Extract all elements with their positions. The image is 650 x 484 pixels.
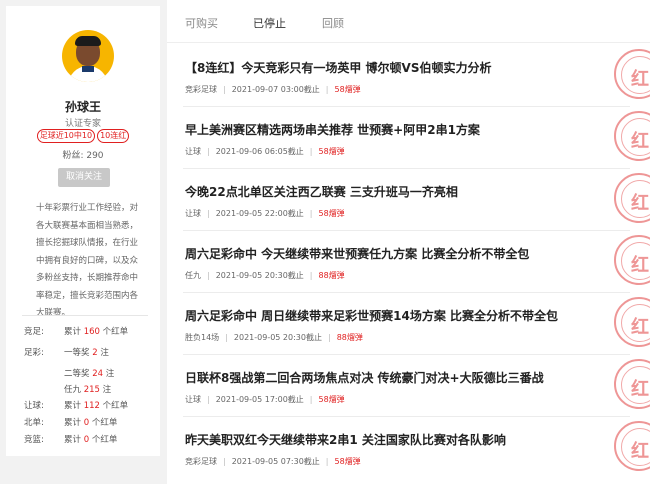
article-item[interactable]: 周六足彩命中 周日继续带来足彩世预赛14场方案 比赛全分析不带全包 胜负14场 |… (167, 293, 650, 355)
article-title[interactable]: 早上美洲赛区精选两场串关推荐 世预赛+阿甲2串1方案 (185, 121, 480, 138)
red-win-stamp-icon: 红 (614, 173, 650, 223)
article-meta: 竞彩足球 | 2021-09-05 07:30截止 | 58熘弹 (185, 457, 361, 466)
article-item[interactable]: 昨天美职双红今天继续带来2串1 关注国家队比赛对各队影响 竞彩足球 | 2021-0… (167, 417, 650, 479)
badge-row: 足球近10中10 10连红 (6, 129, 160, 143)
article-meta: 让球 | 2021-09-06 06:05截止 | 58熘弹 (185, 147, 345, 156)
red-win-stamp-icon: 红 (614, 235, 650, 285)
unfollow-button[interactable]: 取消关注 (58, 168, 110, 187)
tab-available[interactable]: 可购买 (185, 15, 218, 31)
article-item[interactable]: 今晚22点北单区关注西乙联赛 三支升班马一齐亮相 让球 | 2021-09-05 2… (167, 169, 650, 231)
avatar-collar (82, 66, 94, 72)
red-win-stamp-icon: 红 (614, 111, 650, 161)
article-title[interactable]: 日联杯8强战第二回合两场焦点对决 传统豪门对决+大阪德比三番战 (185, 369, 544, 386)
article-item[interactable]: 早上美洲赛区精选两场串关推荐 世预赛+阿甲2串1方案 让球 | 2021-09-06… (167, 107, 650, 169)
article-title[interactable]: 周六足彩命中 今天继续带来世预赛任九方案 比赛全分析不带全包 (185, 245, 529, 262)
article-meta: 让球 | 2021-09-05 17:00截止 | 58熘弹 (185, 395, 345, 404)
streak-badge: 10连红 (97, 129, 130, 143)
tab-stopped[interactable]: 已停止 (253, 15, 286, 31)
article-title[interactable]: 今晚22点北单区关注西乙联赛 三支升班马一齐亮相 (185, 183, 458, 200)
article-meta: 竞彩足球 | 2021-09-07 03:00截止 | 58熘弹 (185, 85, 361, 94)
fans-count: 粉丝: 290 (62, 151, 104, 161)
tab-review[interactable]: 回顾 (322, 15, 344, 31)
article-meta: 任九 | 2021-09-05 20:30截止 | 88熘弹 (185, 271, 345, 280)
article-item[interactable]: 周六足彩命中 今天继续带来世预赛任九方案 比赛全分析不带全包 任九 | 2021-0… (167, 231, 650, 293)
expert-profile-card: 孙球王 认证专家 足球近10中10 10连红 粉丝: 290 取消关注 十年彩票… (6, 6, 160, 456)
divider (22, 315, 148, 316)
article-item[interactable]: 【8连红】今天竞彩只有一场英甲 博尔顿VS伯顿实力分析 竞彩足球 | 2021-09… (167, 45, 650, 107)
article-title[interactable]: 昨天美职双红今天继续带来2串1 关注国家队比赛对各队影响 (185, 431, 506, 448)
avatar[interactable] (62, 30, 114, 82)
red-win-stamp-icon: 红 (614, 359, 650, 409)
article-list-panel: 可购买 已停止 回顾 【8连红】今天竞彩只有一场英甲 博尔顿VS伯顿实力分析 竞… (167, 0, 650, 484)
article-meta: 让球 | 2021-09-05 22:00截止 | 58熘弹 (185, 209, 345, 218)
red-win-stamp-icon: 红 (614, 297, 650, 347)
article-meta: 胜负14场 | 2021-09-05 20:30截止 | 88熘弹 (185, 333, 363, 342)
avatar-hair (75, 36, 101, 46)
expert-role: 认证专家 (64, 119, 101, 129)
streak-badge: 足球近10中10 (36, 129, 96, 143)
article-title[interactable]: 周六足彩命中 周日继续带来足彩世预赛14场方案 比赛全分析不带全包 (185, 307, 558, 324)
tab-bar: 可购买 已停止 回顾 (167, 0, 650, 43)
expert-name: 孙球王 (64, 100, 101, 114)
article-item[interactable]: 日联杯8强战第二回合两场焦点对决 传统豪门对决+大阪德比三番战 让球 | 2021-… (167, 355, 650, 417)
red-win-stamp-icon: 红 (614, 421, 650, 471)
article-title[interactable]: 【8连红】今天竞彩只有一场英甲 博尔顿VS伯顿实力分析 (185, 59, 491, 76)
expert-bio: 十年彩票行业工作经验，对各大联赛基本面相当熟悉，擅长挖掘球队情报，在行业中拥有良… (36, 203, 139, 318)
red-win-stamp-icon: 红 (614, 49, 650, 99)
